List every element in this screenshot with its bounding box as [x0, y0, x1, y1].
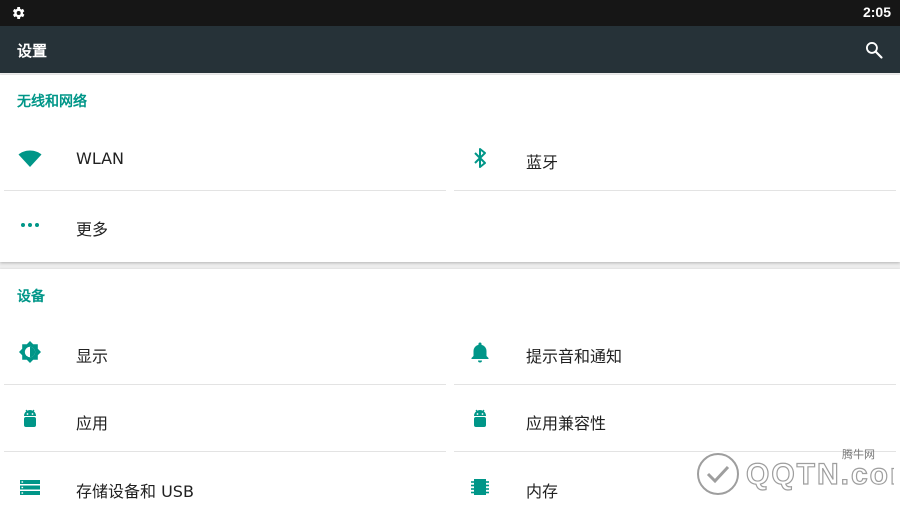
settings-item-wlan[interactable]: WLAN: [4, 125, 446, 191]
settings-item-label: WLAN: [76, 149, 125, 168]
status-time: 2:05: [862, 4, 891, 20]
settings-item-label: 显示: [76, 347, 109, 366]
app-bar: 设置: [0, 26, 900, 73]
settings-item-label: 蓝牙: [526, 153, 559, 172]
settings-item-apps[interactable]: 应用: [4, 386, 446, 452]
settings-item-app-compat[interactable]: 应用兼容性: [454, 386, 896, 452]
watermark-site: QQTN.com: [746, 458, 894, 491]
settings-item-sound-notification[interactable]: 提示音和通知: [454, 319, 896, 385]
wireless-networks-card: 无线和网络 WLAN 蓝牙 更多: [0, 75, 900, 262]
status-bar: 2:05: [0, 0, 900, 26]
qqtn-watermark: QQTN.com 腾牛网: [694, 444, 900, 500]
android-debug-gear-icon: [12, 7, 25, 19]
settings-item-label: 更多: [76, 220, 109, 239]
settings-item-label: 存储设备和 USB: [76, 482, 194, 501]
watermark-label: 腾牛网: [842, 447, 875, 461]
storage-icon: [20, 480, 40, 495]
memory-chip-icon: [471, 479, 489, 495]
settings-item-bluetooth[interactable]: 蓝牙: [454, 125, 896, 191]
wifi-icon: [18, 150, 42, 167]
settings-item-display[interactable]: 显示: [4, 319, 446, 385]
settings-item-label: 内存: [526, 482, 559, 501]
page-title: 设置: [17, 42, 48, 60]
settings-item-storage-usb[interactable]: 存储设备和 USB: [4, 454, 446, 506]
section-title-device: 设备: [17, 289, 45, 305]
settings-item-more[interactable]: 更多: [4, 192, 446, 258]
more-horiz-icon: [21, 223, 39, 227]
settings-item-label: 应用: [76, 414, 109, 433]
settings-item-label: 应用兼容性: [526, 414, 607, 433]
qqtn-logo: QQTN.com 腾牛网: [695, 447, 900, 497]
brightness-icon: [19, 341, 41, 363]
bell-icon: [471, 342, 489, 363]
android-icon: [24, 409, 36, 427]
bluetooth-icon: [474, 148, 486, 168]
android-icon: [474, 409, 486, 427]
settings-item-label: 提示音和通知: [526, 347, 623, 366]
section-title-wireless: 无线和网络: [17, 94, 87, 110]
search-icon[interactable]: [864, 40, 884, 60]
